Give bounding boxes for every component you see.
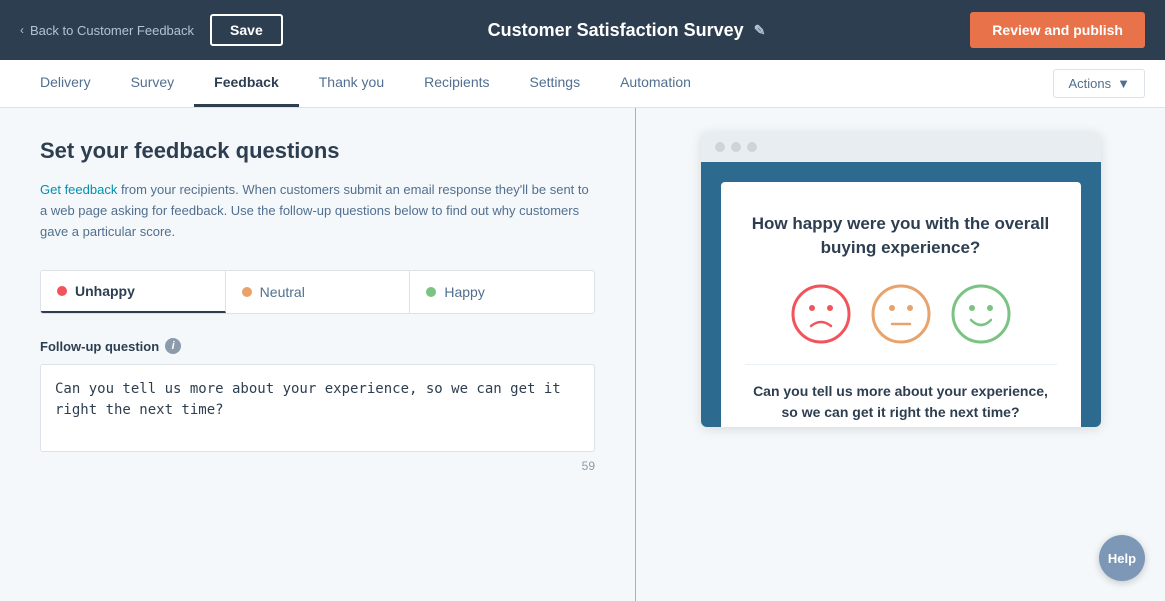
- unhappy-emoji: [791, 284, 851, 344]
- tab-settings[interactable]: Settings: [510, 60, 601, 107]
- actions-button[interactable]: Actions ▼: [1053, 69, 1145, 98]
- left-panel: Set your feedback questions Get feedback…: [0, 108, 635, 601]
- info-icon: i: [165, 338, 181, 354]
- back-label: Back to Customer Feedback: [30, 23, 194, 38]
- browser-dot-3: [747, 142, 757, 152]
- survey-title: Customer Satisfaction Survey: [488, 20, 744, 41]
- review-publish-button[interactable]: Review and publish: [970, 12, 1145, 48]
- sentiment-tab-happy[interactable]: Happy: [410, 271, 594, 313]
- top-header: ‹ Back to Customer Feedback Save Custome…: [0, 0, 1165, 60]
- header-left: ‹ Back to Customer Feedback Save: [20, 14, 283, 46]
- sentiment-tabs: Unhappy Neutral Happy: [40, 270, 595, 314]
- get-feedback-link[interactable]: Get feedback: [40, 182, 117, 197]
- preview-divider: [745, 364, 1057, 365]
- happy-emoji: [951, 284, 1011, 344]
- sentiment-tab-neutral[interactable]: Neutral: [226, 271, 411, 313]
- help-button[interactable]: Help: [1099, 535, 1145, 581]
- neutral-dot: [242, 287, 252, 297]
- tab-recipients[interactable]: Recipients: [404, 60, 509, 107]
- save-button[interactable]: Save: [210, 14, 283, 46]
- right-panel: How happy were you with the overall buyi…: [636, 108, 1165, 601]
- browser-dot-2: [731, 142, 741, 152]
- section-title: Set your feedback questions: [40, 138, 595, 164]
- preview-followup-text: Can you tell us more about your experien…: [745, 381, 1057, 423]
- sentiment-tab-unhappy[interactable]: Unhappy: [41, 271, 226, 313]
- browser-chrome: [701, 132, 1101, 162]
- browser-dot-1: [715, 142, 725, 152]
- browser-content: How happy were you with the overall buyi…: [701, 162, 1101, 427]
- preview-card: How happy were you with the overall buyi…: [721, 182, 1081, 427]
- description-text: Get feedback from your recipients. When …: [40, 180, 595, 242]
- tab-survey[interactable]: Survey: [111, 60, 195, 107]
- followup-label-row: Follow-up question i: [40, 338, 595, 354]
- preview-question: How happy were you with the overall buyi…: [745, 212, 1057, 260]
- unhappy-label: Unhappy: [75, 283, 135, 299]
- tab-thank-you[interactable]: Thank you: [299, 60, 404, 107]
- tab-delivery[interactable]: Delivery: [20, 60, 111, 107]
- char-count: 59: [40, 459, 595, 473]
- happy-dot: [426, 287, 436, 297]
- chevron-down-icon: ▼: [1117, 76, 1130, 91]
- back-link[interactable]: ‹ Back to Customer Feedback: [20, 23, 194, 38]
- back-arrow-icon: ‹: [20, 23, 24, 37]
- header-center: Customer Satisfaction Survey ✎: [488, 20, 766, 41]
- followup-textarea[interactable]: Can you tell us more about your experien…: [40, 364, 595, 452]
- unhappy-dot: [57, 286, 67, 296]
- tab-feedback[interactable]: Feedback: [194, 60, 299, 107]
- nav-tabs-list: Delivery Survey Feedback Thank you Recip…: [20, 60, 1053, 107]
- neutral-emoji: [871, 284, 931, 344]
- main-content: Set your feedback questions Get feedback…: [0, 108, 1165, 601]
- emoji-row: [745, 284, 1057, 344]
- edit-icon[interactable]: ✎: [754, 22, 766, 39]
- happy-label: Happy: [444, 284, 484, 300]
- preview-browser: How happy were you with the overall buyi…: [701, 132, 1101, 427]
- tab-automation[interactable]: Automation: [600, 60, 711, 107]
- followup-label-text: Follow-up question: [40, 339, 159, 354]
- nav-tabs: Delivery Survey Feedback Thank you Recip…: [0, 60, 1165, 108]
- neutral-label: Neutral: [260, 284, 305, 300]
